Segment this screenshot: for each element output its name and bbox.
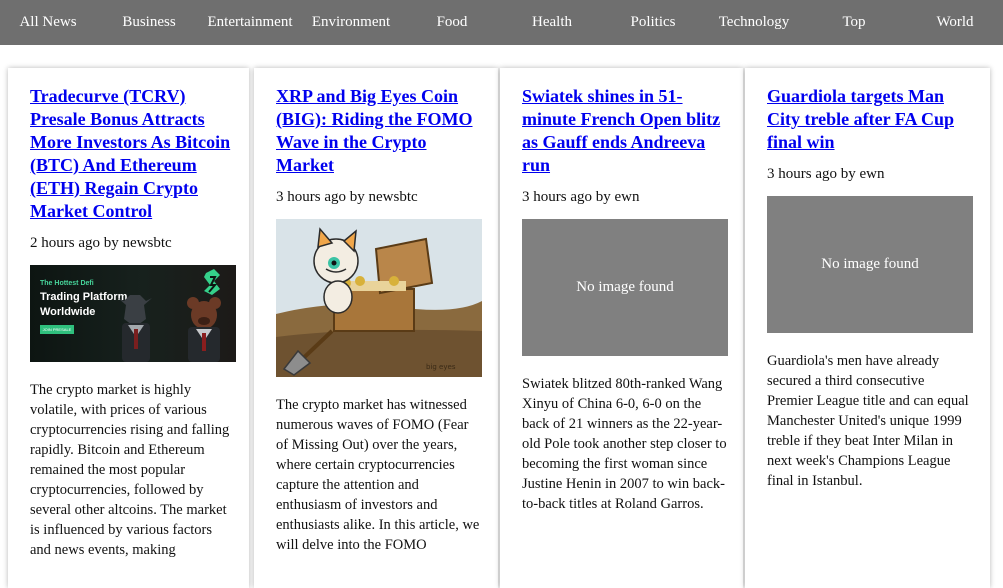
news-card-title-link[interactable]: XRP and Big Eyes Coin (BIG): Riding the … bbox=[276, 85, 482, 177]
news-card-meta: 3 hours ago by ewn bbox=[522, 189, 640, 205]
news-card-summary: Swiatek blitzed 80th-ranked Wang Xinyu o… bbox=[522, 376, 727, 512]
nav-item-all-news[interactable]: All News bbox=[0, 0, 98, 45]
tradecurve-logo-icon bbox=[204, 269, 220, 295]
nav-item-food[interactable]: Food bbox=[402, 0, 502, 45]
nav-item-environment[interactable]: Environment bbox=[301, 0, 401, 45]
nav-item-health[interactable]: Health bbox=[502, 0, 602, 45]
news-card-image[interactable]: The Hottest Defi Trading Platform Worldw… bbox=[30, 265, 236, 362]
news-card: Tradecurve (TCRV) Presale Bonus Attracts… bbox=[8, 68, 249, 588]
news-card-title-link[interactable]: Guardiola targets Man City treble after … bbox=[767, 85, 973, 154]
nav-item-technology[interactable]: Technology bbox=[704, 0, 804, 45]
news-card-meta: 3 hours ago by newsbtc bbox=[276, 189, 418, 205]
news-card-content: Guardiola targets Man City treble after … bbox=[767, 85, 973, 506]
news-card-meta: 2 hours ago by newsbtc bbox=[30, 235, 172, 251]
news-card-summary: Guardiola's men have already secured a t… bbox=[767, 353, 969, 489]
nav-item-entertainment[interactable]: Entertainment bbox=[200, 0, 300, 45]
news-card: Guardiola targets Man City treble after … bbox=[745, 68, 990, 588]
cartoon-signature: big eyes bbox=[426, 363, 456, 371]
news-grid: Tradecurve (TCRV) Presale Bonus Attracts… bbox=[0, 45, 1003, 588]
news-card-image[interactable]: big eyes bbox=[276, 219, 482, 377]
news-card-content: XRP and Big Eyes Coin (BIG): Riding the … bbox=[276, 85, 482, 570]
news-card-content: Tradecurve (TCRV) Presale Bonus Attracts… bbox=[30, 85, 236, 575]
news-card-title-link[interactable]: Swiatek shines in 51-minute French Open … bbox=[522, 85, 728, 177]
news-card-summary: The crypto market is highly volatile, wi… bbox=[30, 382, 230, 558]
category-navbar: All News Business Entertainment Environm… bbox=[0, 0, 1003, 45]
bull-and-bear-illustration bbox=[118, 269, 221, 362]
news-card-image-placeholder[interactable]: No image found bbox=[767, 196, 973, 333]
news-card: Swiatek shines in 51-minute French Open … bbox=[500, 68, 743, 588]
news-card-image-placeholder[interactable]: No image found bbox=[522, 219, 728, 356]
news-card-summary: The crypto market has witnessed numerous… bbox=[276, 397, 480, 553]
news-card: XRP and Big Eyes Coin (BIG): Riding the … bbox=[254, 68, 498, 588]
news-card-meta: 3 hours ago by ewn bbox=[767, 166, 885, 182]
nav-item-business[interactable]: Business bbox=[99, 0, 199, 45]
bull-figure bbox=[118, 295, 152, 362]
treasure-cat-cartoon: big eyes bbox=[276, 219, 482, 377]
news-card-content: Swiatek shines in 51-minute French Open … bbox=[522, 85, 728, 529]
nav-item-politics[interactable]: Politics bbox=[603, 0, 703, 45]
bear-figure bbox=[187, 297, 221, 362]
news-card-title-link[interactable]: Tradecurve (TCRV) Presale Bonus Attracts… bbox=[30, 85, 236, 223]
nav-item-world[interactable]: World bbox=[905, 0, 1003, 45]
nav-item-top[interactable]: Top bbox=[804, 0, 904, 45]
